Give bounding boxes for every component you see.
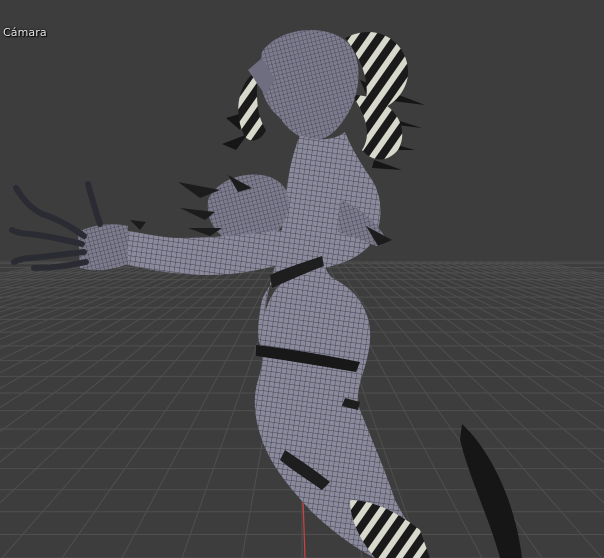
- grid-line: [461, 261, 604, 303]
- z-axis-line: [302, 497, 306, 558]
- grid-line: [0, 261, 87, 281]
- viewport-scene[interactable]: [0, 0, 604, 558]
- grid-line: [0, 261, 247, 463]
- grid-line: [445, 261, 604, 313]
- grid-line: [0, 261, 103, 286]
- grid-line: [0, 261, 143, 303]
- grid-line: [0, 261, 159, 313]
- grid-line: [533, 261, 604, 277]
- figure-mesh-icon[interactable]: [9, 30, 522, 558]
- grid-line: [541, 261, 604, 275]
- grid-line: [0, 261, 239, 432]
- grid-line: [61, 261, 271, 558]
- grid-line: [429, 261, 604, 325]
- grid-line: [437, 261, 604, 319]
- grid-line: [1, 261, 263, 558]
- grid-line: [0, 261, 183, 332]
- grid-line: [0, 261, 135, 299]
- grid-line: [0, 261, 167, 319]
- grid-line: [517, 261, 604, 281]
- grid-line: [421, 261, 604, 332]
- view-label: Cámara: [3, 26, 47, 39]
- grid-line: [0, 261, 63, 275]
- grid-line: [0, 261, 255, 504]
- grid-line: [121, 261, 279, 558]
- grid-line: [0, 261, 71, 277]
- grid-line: [0, 261, 175, 325]
- grid-line: [501, 261, 604, 286]
- 3d-viewport[interactable]: Cámara: [0, 0, 604, 558]
- grid-line: [0, 261, 191, 340]
